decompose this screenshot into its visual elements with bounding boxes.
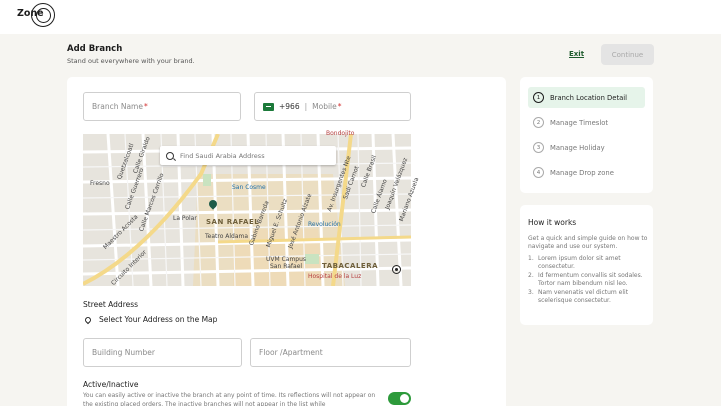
map-label-district: TABACALERA [322,262,379,270]
step-number: 1 [533,92,544,103]
step-branch-location[interactable]: 1 Branch Location Detail [528,87,645,108]
step-manage-timeslot[interactable]: 2 Manage Timeslot [528,112,645,133]
saudi-flag-icon [263,102,274,111]
location-pin-icon [83,315,93,324]
page-subtitle: Stand out everywhere with your brand. [67,57,195,65]
active-inactive-description: You can easily active or inactive the br… [83,392,376,406]
map-label-place: La Polar [173,215,197,222]
step-number: 2 [533,117,544,128]
step-number: 3 [533,142,544,153]
select-address-text: Select Your Address on the Map [99,315,218,324]
floor-apartment-field[interactable]: Floor /Apartment [250,338,411,367]
how-it-works-card: How it works Get a quick and simple guid… [520,205,653,325]
step-manage-holiday[interactable]: 3 Manage Holiday [528,137,645,158]
country-code[interactable]: +966 [279,102,300,111]
list-item-number: 2. [528,271,534,279]
how-it-works-description: Get a quick and simple guide on how to n… [528,235,648,251]
map-label-transit: Revolución [308,221,341,228]
list-item-number: 3. [528,288,534,296]
map-search-input[interactable]: Find Saudi Arabia Address [160,146,336,165]
select-address-link[interactable]: Select Your Address on the Map [83,315,217,324]
building-number-placeholder: Building Number [92,348,155,357]
branch-name-field[interactable]: Branch Name * [83,92,241,121]
map-label-hospital: Hospital de la Luz [308,273,362,280]
step-label: Branch Location Detail [550,93,628,102]
list-item-number: 1. [528,255,534,262]
list-item-text: Id fermentum convallis sit sodales. Tort… [538,271,643,288]
mobile-placeholder: Mobile [312,102,337,111]
map-label-street: Fresno [90,180,110,187]
step-label: Manage Drop zone [550,168,614,177]
continue-button[interactable]: Continue [601,44,654,65]
steps-card: 1 Branch Location Detail 2 Manage Timesl… [520,77,653,193]
street-address-label: Street Address [83,300,139,309]
active-inactive-label: Active/Inactive [83,380,139,389]
required-mark: * [143,102,148,111]
required-mark: * [337,102,342,111]
step-label: Manage Holiday [550,143,605,152]
mobile-field[interactable]: +966 | Mobile * [254,92,411,121]
branch-name-placeholder: Branch Name [92,102,143,111]
building-number-field[interactable]: Building Number [83,338,242,367]
map-label-place: San Rafael [270,263,303,270]
map-label-place: Bondojito [326,130,355,137]
field-separator: | [304,102,308,111]
map-label-district: SAN RAFAEL [206,218,260,226]
step-number: 4 [533,167,544,178]
floor-placeholder: Floor /Apartment [259,348,323,357]
step-manage-drop-zone[interactable]: 4 Manage Drop zone [528,162,645,183]
how-it-works-title: How it works [528,218,577,227]
exit-link[interactable]: Exit [569,50,584,58]
how-it-works-list: 1. Lorem ipsum dolor sit amet consectetur… [528,255,650,305]
list-item-text: Nam venenatis vel dictum elit scelerisqu… [538,288,629,304]
step-label: Manage Timeslot [550,118,609,127]
search-icon [166,151,174,160]
list-item-text: Lorem ipsum dolor sit amet consectetur. [538,255,621,271]
my-location-icon[interactable] [392,265,401,274]
map-label-place: UVM Campus [266,256,307,263]
app-logo[interactable]: Zone [17,8,44,19]
list-item: 3. Nam venenatis vel dictum elit sceleris… [528,289,650,306]
map-search-placeholder: Find Saudi Arabia Address [180,151,265,160]
map-label-place: Teatro Aldama [205,233,249,240]
list-item: 2. Id fermentum convallis sit sodales. To… [528,272,650,289]
list-item: 1. Lorem ipsum dolor sit amet consectetur… [528,255,650,272]
map-label-transit: San Cosme [232,184,266,191]
page-title: Add Branch [67,44,123,54]
top-bar: Zone [0,0,721,34]
active-toggle[interactable] [388,392,411,405]
